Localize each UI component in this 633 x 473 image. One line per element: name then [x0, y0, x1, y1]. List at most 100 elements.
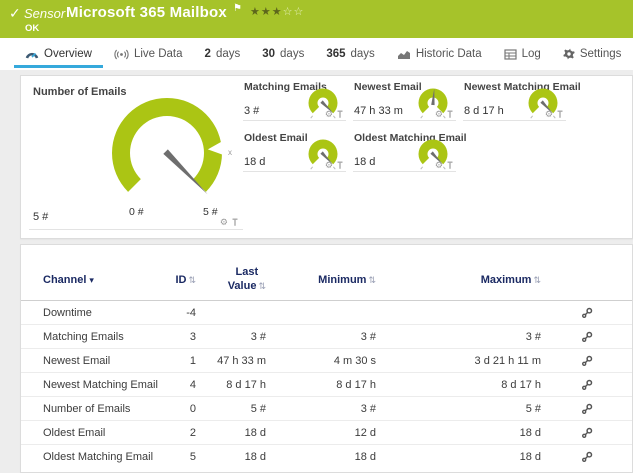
tab-log[interactable]: Log: [493, 38, 552, 70]
channel-settings-wrench-icon[interactable]: [581, 427, 593, 439]
star-filled-icon[interactable]: ★: [250, 6, 261, 18]
cell-minimum: 4 m 30 s: [333, 354, 376, 367]
channel-row-oldest-matching-email[interactable]: Oldest Matching Email 5 18 d 18 d 18 d: [21, 445, 632, 469]
gauge-value: 3 #: [244, 105, 260, 117]
tab-bar: Overview Live Data 2 days 30 days 365 days Hi…: [0, 38, 633, 70]
main-gauge-panel[interactable]: Number of Emails x 0 # 5 # 5 # ⚙: [29, 80, 243, 230]
cell-id: 0: [189, 402, 196, 415]
channel-table-header: Channel ▾ ID ⇅ Last Value ⇅ Minimum ⇅ Maximum…: [21, 245, 632, 301]
gauge-settings-gear-icon[interactable]: ⚙: [325, 161, 333, 170]
gear-icon: [563, 48, 575, 60]
cell-minimum: 8 d 17 h: [336, 378, 376, 391]
column-header-id[interactable]: ID ⇅: [158, 260, 196, 286]
gauge-pin-icon[interactable]: [446, 161, 454, 170]
gauge-value: 18 d: [244, 156, 266, 168]
cell-minimum: 3 #: [360, 330, 376, 343]
gauge-pin-icon[interactable]: [336, 161, 344, 170]
cell-minimum: 3 #: [360, 402, 376, 415]
cell-id: 5: [189, 451, 196, 463]
channel-settings-wrench-icon[interactable]: [581, 379, 593, 391]
channel-settings-wrench-icon[interactable]: [581, 331, 593, 343]
chart-icon: [397, 49, 411, 60]
cell-channel: Downtime: [43, 306, 92, 319]
star-empty-icon[interactable]: ☆: [294, 6, 305, 18]
sort-icon: ⇅: [368, 274, 376, 285]
gauge-settings-gear-icon[interactable]: ⚙: [435, 161, 443, 170]
star-filled-icon[interactable]: ★: [261, 6, 272, 18]
gauge-settings-gear-icon[interactable]: ⚙: [325, 110, 333, 119]
gauge-value: 47 h 33 m: [354, 105, 403, 117]
channel-settings-wrench-icon[interactable]: [581, 451, 593, 463]
tab-live-data[interactable]: Live Data: [103, 38, 194, 70]
main-gauge-value: 5 #: [33, 211, 49, 223]
channel-settings-wrench-icon[interactable]: [581, 403, 593, 415]
overview-gauges-panel: Number of Emails x 0 # 5 # 5 # ⚙ Matchin…: [20, 75, 633, 239]
tab-30-days[interactable]: 30 days: [251, 38, 315, 70]
channel-row-newest-matching-email[interactable]: Newest Matching Email 4 8 d 17 h 8 d 17 h 8 …: [21, 373, 632, 397]
gauge-settings-gear-icon[interactable]: ⚙: [545, 110, 553, 119]
gauge-panel-oldest-email[interactable]: Oldest Email 18 d ⚙: [243, 130, 346, 172]
gauge-title: Newest Email: [354, 81, 422, 93]
channel-table: Channel ▾ ID ⇅ Last Value ⇅ Minimum ⇅ Maximum…: [21, 245, 632, 469]
column-header-maximum[interactable]: Maximum ⇅: [376, 260, 541, 286]
gauge-settings-gear-icon[interactable]: ⚙: [435, 110, 443, 119]
cell-minimum: 18 d: [354, 451, 376, 463]
small-gauges-grid: Matching Emails 3 # ⚙ Newest Email 47 h 33 m…: [243, 79, 581, 181]
channel-row-oldest-email[interactable]: Oldest Email 2 18 d 12 d 18 d: [21, 421, 632, 445]
gauge-icon: [25, 48, 39, 60]
channel-row-matching-emails[interactable]: Matching Emails 3 3 # 3 # 3 #: [21, 325, 632, 349]
channel-row-downtime[interactable]: Downtime -4: [21, 301, 632, 325]
gauge-panel-matching-emails[interactable]: Matching Emails 3 # ⚙: [243, 79, 346, 121]
log-icon: [504, 48, 517, 60]
sort-caret-icon: ▾: [89, 274, 94, 285]
cell-maximum: 18 d: [519, 451, 541, 463]
star-empty-icon[interactable]: ☆: [283, 6, 294, 18]
cell-id: -4: [186, 306, 196, 319]
gauge-title: Oldest Email: [244, 132, 308, 144]
tab-settings[interactable]: Settings: [552, 38, 633, 70]
cell-maximum: 5 #: [525, 402, 541, 415]
gauge-dial: [304, 136, 342, 177]
cell-channel: Oldest Email: [43, 426, 106, 439]
gauge-panel-newest-email[interactable]: Newest Email 47 h 33 m ⚙: [353, 79, 456, 121]
cell-last-value: 18 d: [244, 426, 266, 439]
tab-historic-data[interactable]: Historic Data: [386, 38, 493, 70]
channel-table-panel: Channel ▾ ID ⇅ Last Value ⇅ Minimum ⇅ Maximum…: [20, 244, 633, 473]
channel-settings-wrench-icon[interactable]: [581, 355, 593, 367]
cell-channel: Newest Matching Email: [43, 378, 158, 391]
star-filled-icon[interactable]: ★: [272, 6, 283, 18]
sensor-status-text: OK: [25, 23, 40, 34]
gauge-pin-icon[interactable]: [231, 218, 239, 227]
column-header-minimum[interactable]: Minimum ⇅: [266, 260, 376, 286]
gauge-panel-oldest-matching-email[interactable]: Oldest Matching Email 18 d ⚙: [353, 130, 467, 172]
cell-maximum: 8 d 17 h: [501, 378, 541, 391]
gauge-dial: [414, 136, 452, 177]
gauge-settings-gear-icon[interactable]: ⚙: [220, 218, 228, 227]
gauge-pin-icon[interactable]: [336, 110, 344, 119]
sensor-kind-label: Sensor: [24, 6, 66, 21]
cell-channel: Newest Email: [43, 354, 111, 367]
priority-flag-icon[interactable]: ⚑: [233, 3, 242, 14]
cell-id: 3: [189, 330, 196, 343]
gauge-pin-icon[interactable]: [556, 110, 564, 119]
column-header-channel[interactable]: Channel ▾: [43, 260, 158, 286]
broadcast-icon: [114, 49, 129, 60]
cell-last-value: 47 h 33 m: [217, 354, 266, 367]
channel-row-number-of-emails[interactable]: Number of Emails 0 5 # 3 # 5 #: [21, 397, 632, 421]
status-check-icon: ✓: [9, 5, 21, 21]
gauge-title: Newest Matching Email: [464, 81, 581, 93]
cell-maximum: 3 #: [525, 330, 541, 343]
gauge-panel-newest-matching-email[interactable]: Newest Matching Email 8 d 17 h ⚙: [463, 79, 581, 121]
tab-365-days[interactable]: 365 days: [315, 38, 385, 70]
gauge-pin-icon[interactable]: [446, 110, 454, 119]
tab-overview[interactable]: Overview: [14, 38, 103, 70]
gauge-scale-min: 0 #: [129, 206, 144, 218]
cell-id: 2: [189, 426, 196, 439]
sensor-title: Microsoft 365 Mailbox: [66, 4, 227, 21]
priority-stars[interactable]: ★★★☆☆: [250, 5, 304, 18]
channel-settings-wrench-icon[interactable]: [581, 307, 593, 319]
column-header-last-value[interactable]: Last Value ⇅: [196, 252, 266, 294]
tab-2-days[interactable]: 2 days: [194, 38, 252, 70]
cell-last-value: 18 d: [244, 451, 266, 463]
channel-row-newest-email[interactable]: Newest Email 1 47 h 33 m 4 m 30 s 3 d 21 h 1…: [21, 349, 632, 373]
